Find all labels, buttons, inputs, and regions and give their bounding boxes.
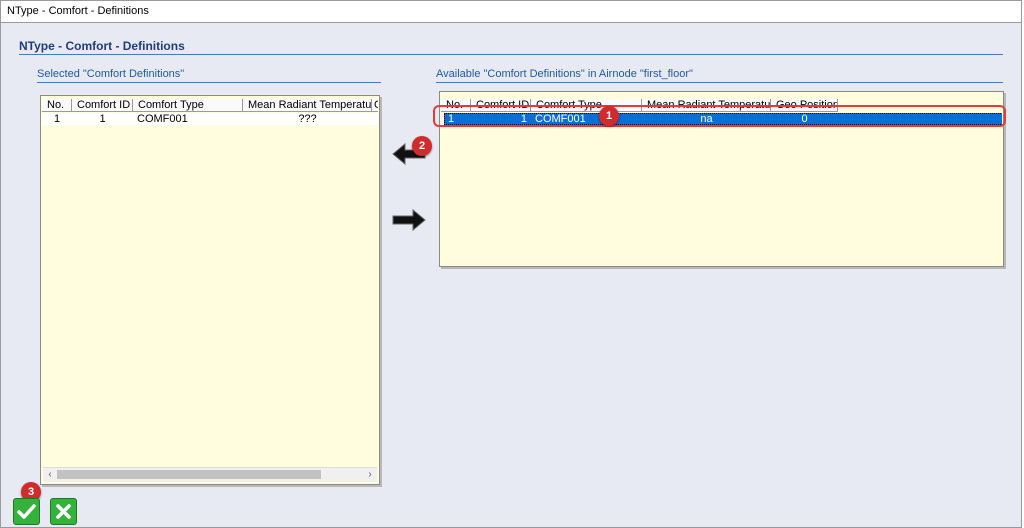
column-header-no[interactable]: No. (42, 99, 72, 112)
cell-comfort-id: 1 (99, 113, 106, 125)
title-divider (19, 54, 1003, 55)
available-panel-title: Available "Comfort Definitions" in Airno… (436, 68, 693, 80)
close-icon (56, 504, 71, 519)
checkmark-icon (17, 504, 36, 519)
window-titlebar: NType - Comfort - Definitions (0, 0, 1022, 22)
scroll-thumb[interactable] (57, 470, 321, 479)
step-badge-2: 2 (412, 136, 432, 156)
move-right-button[interactable] (391, 206, 427, 234)
selected-panel-divider (37, 82, 381, 83)
selected-definitions-grid[interactable]: No. Comfort ID Comfort Type Mean Radiant… (40, 95, 380, 485)
column-header-mean-radiant-temperature[interactable]: Mean Radiant Temperature (243, 99, 372, 112)
column-header-geo-truncated[interactable]: G (372, 99, 378, 112)
page-title: NType - Comfort - Definitions (19, 39, 185, 53)
scroll-right-icon[interactable]: › (363, 468, 377, 482)
ok-button[interactable] (13, 498, 40, 525)
cell-no: 1 (53, 113, 61, 125)
cell-mean-radiant-temperature: ??? (298, 113, 317, 125)
horizontal-scrollbar[interactable]: ‹ › (43, 467, 377, 482)
arrow-right-icon (392, 208, 426, 232)
selected-panel-title: Selected "Comfort Definitions" (37, 68, 185, 80)
scroll-left-icon[interactable]: ‹ (43, 468, 57, 482)
available-panel-divider (436, 82, 1003, 83)
dialog-body: NType - Comfort - Definitions Selected "… (0, 22, 1022, 528)
column-header-comfort-type[interactable]: Comfort Type (133, 99, 243, 112)
cancel-button[interactable] (50, 498, 77, 525)
selected-grid-header: No. Comfort ID Comfort Type Mean Radiant… (42, 99, 378, 112)
step-badge-1: 1 (599, 106, 619, 126)
column-header-comfort-id[interactable]: Comfort ID (72, 99, 133, 112)
selection-highlight (433, 105, 1006, 127)
cell-comfort-type: COMF001 (137, 113, 188, 125)
window-title: NType - Comfort - Definitions (7, 5, 149, 17)
table-row[interactable]: 1 1 COMF001 ??? (42, 113, 378, 125)
